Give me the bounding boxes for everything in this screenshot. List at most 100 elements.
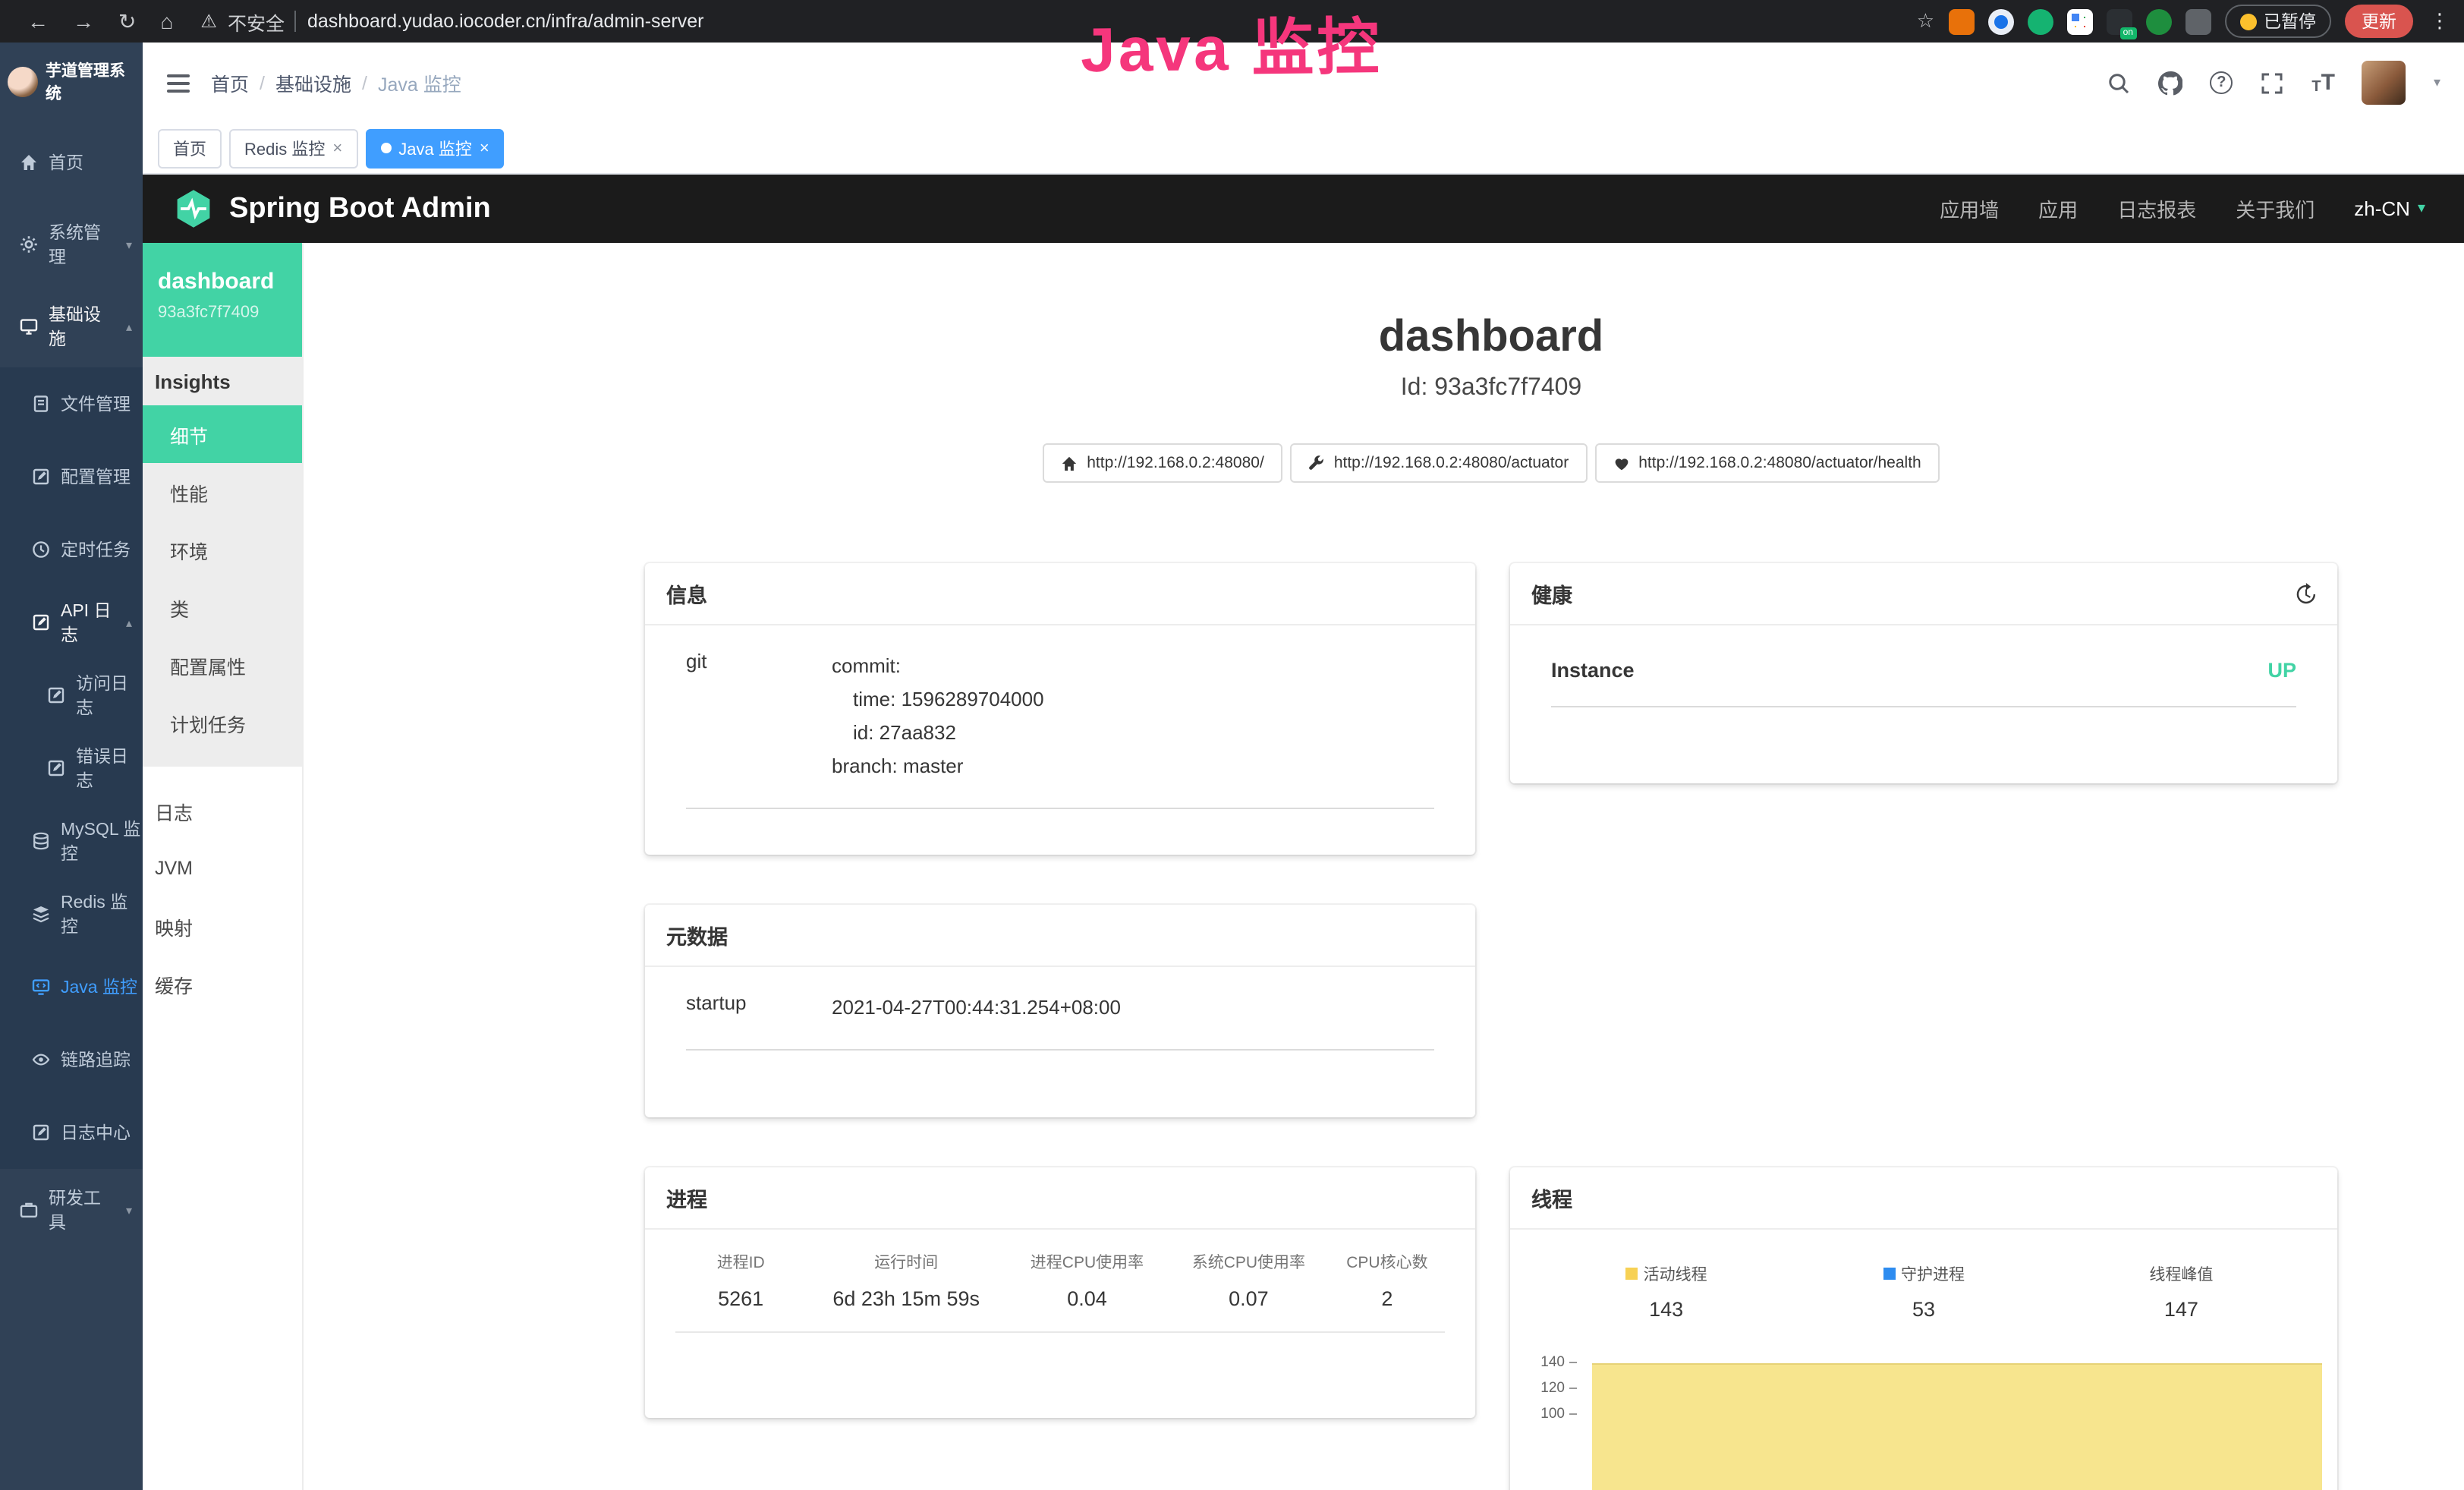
forward-icon[interactable]: → <box>73 9 94 33</box>
sba-menu-environment[interactable]: 环境 <box>143 521 302 578</box>
sba-menu-scheduled-tasks[interactable]: 计划任务 <box>143 694 302 751</box>
sba-brand-title: Spring Boot Admin <box>229 192 491 225</box>
redis-icon <box>32 905 50 923</box>
breadcrumb-home[interactable]: 首页 <box>211 68 249 97</box>
fullscreen-icon[interactable] <box>2260 71 2284 95</box>
threads-chart: 140 120 100 <box>1531 1354 2328 1490</box>
sba-nav: 应用墙 应用 日志报表 关于我们 zh-CN ▾ <box>1940 194 2425 223</box>
browser-menu-icon[interactable]: ⋮ <box>2430 9 2450 33</box>
sba-menu-metrics[interactable]: 性能 <box>143 463 302 521</box>
chevron-down-icon: ▾ <box>2418 200 2425 217</box>
sba-menu-config-props[interactable]: 配置属性 <box>143 636 302 694</box>
sba-menu-caches[interactable]: 缓存 <box>143 955 302 1013</box>
sidebar-item-log-center[interactable]: 日志中心 <box>0 1096 143 1169</box>
sba-nav-wallboard[interactable]: 应用墙 <box>1940 194 1999 223</box>
insights-label: Insights <box>143 357 302 405</box>
api-log-icon <box>32 613 50 632</box>
extension-icon-2[interactable] <box>1987 8 2013 34</box>
sba-nav-about[interactable]: 关于我们 <box>2236 194 2315 223</box>
sidebar-item-dev-tools[interactable]: 研发工具 ▾ <box>0 1169 143 1251</box>
locale-select[interactable]: zh-CN ▾ <box>2354 197 2425 220</box>
extension-puzzle-icon[interactable] <box>2185 8 2211 34</box>
sidebar-item-api-log[interactable]: API 日志 ▴ <box>0 586 143 659</box>
sba-menu-details[interactable]: 细节 <box>143 405 302 463</box>
tag-view-bar: 首页 Redis 监控 × Java 监控 × <box>143 123 2464 175</box>
insights-section: Insights 细节 性能 环境 类 配置属性 计划任务 <box>143 357 302 767</box>
close-icon[interactable]: × <box>480 139 489 157</box>
sba-menu-classes[interactable]: 类 <box>143 578 302 636</box>
sidebar-item-access-log[interactable]: 访问日志 <box>0 659 143 732</box>
extension-icon-4[interactable] <box>2066 8 2092 34</box>
sidebar-item-system[interactable]: 系统管理 ▾ <box>0 203 143 285</box>
sidebar-item-infrastructure[interactable]: 基础设施 ▴ <box>0 285 143 367</box>
sba-menu-logs[interactable]: 日志 <box>143 782 302 840</box>
tab-java-monitor[interactable]: Java 监控 × <box>365 128 504 168</box>
sidebar-item-scheduled-tasks[interactable]: 定时任务 <box>0 513 143 586</box>
process-pid: 5261 <box>675 1287 806 1310</box>
history-icon[interactable] <box>2293 582 2316 605</box>
health-instance-row[interactable]: Instance UP <box>1551 659 2296 707</box>
address-bar[interactable]: ⚠ 不安全 dashboard.yudao.iocoder.cn/infra/a… <box>200 7 703 36</box>
help-icon[interactable]: ? <box>2210 71 2233 94</box>
daemon-threads-swatch <box>1883 1268 1895 1280</box>
sidebar-item-home[interactable]: 首页 <box>0 121 143 203</box>
instance-header[interactable]: dashboard 93a3fc7f7409 <box>143 243 302 357</box>
extension-icon-5[interactable]: on <box>2106 8 2132 34</box>
error-log-icon <box>47 759 65 777</box>
sba-menu-jvm[interactable]: JVM <box>143 840 302 897</box>
browser-home-icon[interactable]: ⌂ <box>160 9 173 33</box>
extension-icon-3[interactable] <box>2027 8 2053 34</box>
log-center-icon <box>32 1123 50 1142</box>
back-icon[interactable]: ← <box>27 9 49 33</box>
sba-menu-mappings[interactable]: 映射 <box>143 897 302 955</box>
url-text[interactable]: dashboard.yudao.iocoder.cn/infra/admin-s… <box>307 11 704 32</box>
infrastructure-icon <box>20 317 38 335</box>
github-icon[interactable] <box>2158 71 2182 95</box>
process-table: 进程ID5261 运行时间6d 23h 15m 59s 进程CPU使用率0.04… <box>675 1251 1445 1333</box>
logo-avatar <box>8 67 38 97</box>
security-label[interactable]: 不安全 <box>228 7 285 36</box>
reload-icon[interactable]: ↻ <box>118 8 136 34</box>
database-icon <box>32 832 50 850</box>
briefcase-icon <box>20 1201 38 1219</box>
metadata-card: 元数据 startup 2021-04-27T00:44:31.254+08:0… <box>645 905 1475 1117</box>
health-url-button[interactable]: http://192.168.0.2:48080/actuator/health <box>1594 443 1939 483</box>
update-button[interactable]: 更新 <box>2345 5 2413 38</box>
actuator-url-button[interactable]: http://192.168.0.2:48080/actuator <box>1290 443 1587 483</box>
sidebar-item-mysql-monitor[interactable]: MySQL 监控 <box>0 805 143 877</box>
tab-redis-monitor[interactable]: Redis 监控 × <box>229 128 357 168</box>
smiley-icon <box>2239 13 2256 30</box>
info-card: 信息 git commit: time: 1596289704000 id: 2… <box>645 563 1475 855</box>
sba-sidebar: dashboard 93a3fc7f7409 Insights 细节 性能 环境… <box>143 243 304 1490</box>
file-icon <box>32 395 50 413</box>
sba-content: dashboard Id: 93a3fc7f7409 http://192.16… <box>304 243 2464 1490</box>
sba-nav-applications[interactable]: 应用 <box>2038 194 2078 223</box>
sidebar-item-trace[interactable]: 链路追踪 <box>0 1023 143 1096</box>
hamburger-icon[interactable] <box>167 74 190 92</box>
avatar-caret-icon[interactable]: ▾ <box>2434 74 2440 91</box>
app-logo[interactable]: 芋道管理系统 <box>0 43 143 121</box>
bookmark-star-icon[interactable]: ☆ <box>1917 9 1934 33</box>
close-icon[interactable]: × <box>332 139 342 157</box>
sidebar-submenu-infrastructure: 文件管理 配置管理 定时任务 API 日志 ▴ 访问日志 错误日志 <box>0 367 143 1169</box>
instance-links: http://192.168.0.2:48080/ http://192.168… <box>645 443 2337 483</box>
font-size-icon[interactable]: TT <box>2311 70 2335 96</box>
service-url-button[interactable]: http://192.168.0.2:48080/ <box>1043 443 1282 483</box>
extension-icon-1[interactable] <box>1948 8 1974 34</box>
sidebar-item-file-management[interactable]: 文件管理 <box>0 367 143 440</box>
sba-nav-journal[interactable]: 日志报表 <box>2117 194 2196 223</box>
sidebar-item-error-log[interactable]: 错误日志 <box>0 732 143 805</box>
breadcrumb-separator: / <box>362 72 367 93</box>
warning-icon: ⚠ <box>200 11 217 32</box>
paused-pill[interactable]: 已暂停 <box>2224 5 2331 38</box>
user-avatar[interactable] <box>2362 61 2406 105</box>
info-key: git <box>686 650 832 783</box>
breadcrumb-infrastructure[interactable]: 基础设施 <box>275 68 351 97</box>
tab-home[interactable]: 首页 <box>158 128 222 168</box>
extension-icon-6[interactable] <box>2145 8 2171 34</box>
chevron-down-icon: ▾ <box>126 1203 132 1217</box>
sidebar-item-redis-monitor[interactable]: Redis 监控 <box>0 877 143 950</box>
sidebar-item-config-management[interactable]: 配置管理 <box>0 440 143 513</box>
search-icon[interactable] <box>2107 71 2131 95</box>
sidebar-item-java-monitor[interactable]: Java 监控 <box>0 950 143 1023</box>
